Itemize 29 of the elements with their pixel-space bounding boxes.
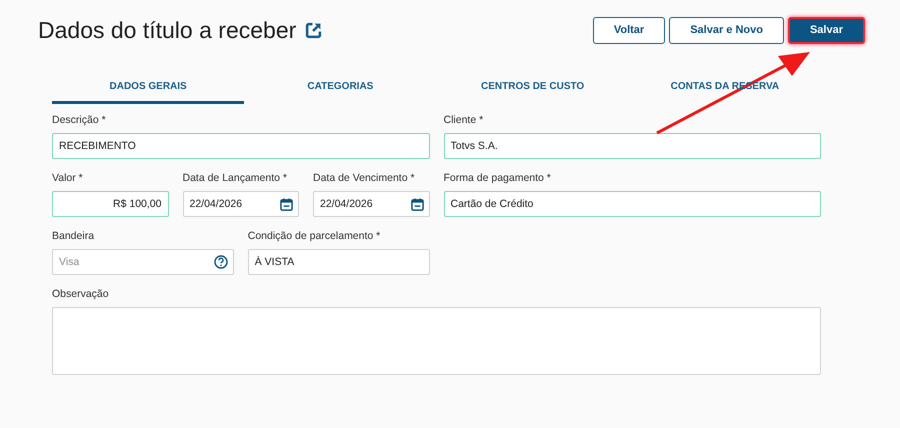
field-label: Data de Vencimento * [313, 172, 416, 184]
field-label: Observação [52, 288, 110, 300]
tab[interactable]: CATEGORIAS [244, 76, 436, 104]
field-label: Data de Lançamento * [182, 172, 288, 184]
input-field[interactable]: RECEBIMENTO [52, 133, 430, 159]
calendar-icon[interactable] [410, 198, 424, 210]
page-title: Dados do título a receber [38, 16, 296, 44]
external-link-icon[interactable] [305, 22, 322, 38]
save-button[interactable]: Salvar [788, 16, 865, 44]
input-field[interactable]: 22/04/2026 [182, 191, 299, 217]
field-label: Valor * [52, 172, 84, 184]
field-label: Bandeira [52, 230, 96, 242]
help-icon[interactable] [214, 255, 228, 269]
field-label: Condição de parcelamento * [248, 230, 382, 242]
input-field[interactable]: 22/04/2026 [313, 191, 430, 217]
input-field[interactable]: R$ 100,00 [52, 191, 168, 217]
secondary-button[interactable]: Salvar e Novo [669, 16, 784, 44]
input-field[interactable]: À VISTA [248, 249, 430, 275]
textarea-field[interactable] [52, 307, 821, 375]
input-field[interactable]: Totvs S.A. [444, 133, 821, 159]
tab[interactable]: CENTROS DE CUSTO [436, 76, 629, 104]
tab[interactable]: DADOS GERAIS [52, 76, 244, 104]
field-label: Forma de pagamento * [444, 172, 552, 184]
calendar-icon[interactable] [280, 198, 293, 210]
input-field[interactable]: Cartão de Crédito [444, 191, 821, 217]
field-label: Descrição * [52, 114, 107, 126]
secondary-button[interactable]: Voltar [592, 16, 666, 44]
field-label: Cliente * [444, 114, 484, 126]
input-field[interactable]: Visa [52, 249, 234, 275]
